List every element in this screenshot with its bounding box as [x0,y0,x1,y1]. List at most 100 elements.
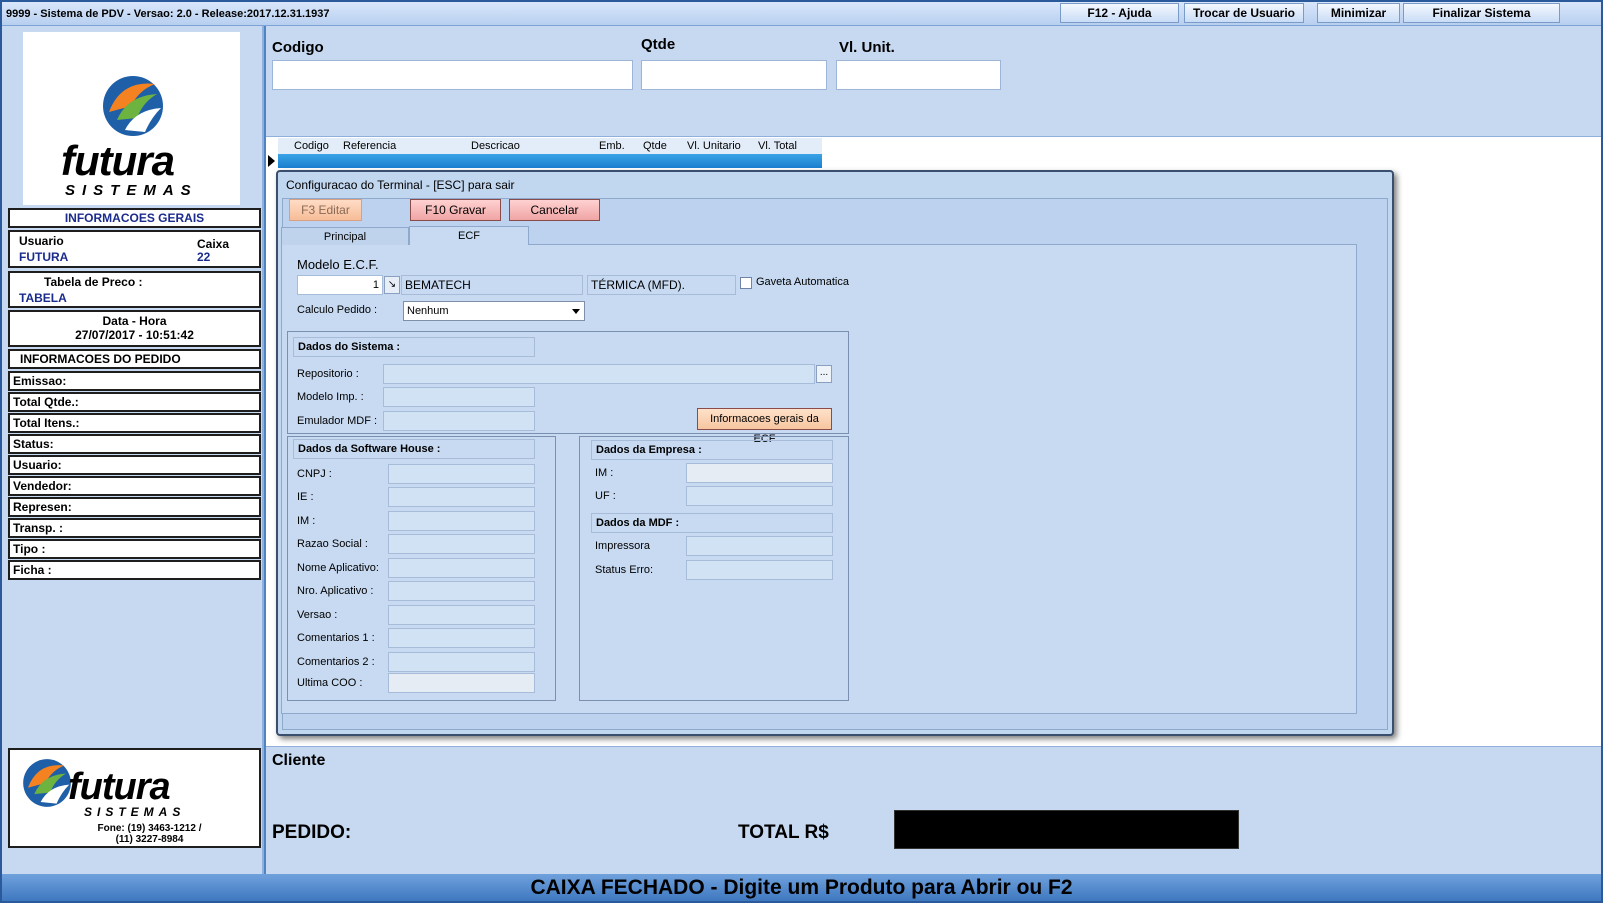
tabela-value: TABELA [19,291,67,305]
status-erro-input[interactable] [686,560,833,580]
emulador-label: Emulador MDF : [297,415,378,427]
emulador-input[interactable] [383,411,535,431]
qtde-label: Qtde [641,36,676,53]
usuario-label: Usuario [19,234,64,248]
row-indicator-icon [268,155,275,167]
gaveta-checkbox[interactable] [740,277,752,289]
window-title: 9999 - Sistema de PDV - Versao: 2.0 - Re… [6,8,330,20]
user-box: Usuario FUTURA Caixa 22 [8,230,261,268]
nro-aplicativo-input[interactable] [388,581,535,601]
modelo-ecf-label: Modelo E.C.F. [297,257,379,272]
cnpj-input[interactable] [388,464,535,484]
vlunit-input[interactable] [836,60,1001,90]
codigo-input[interactable] [272,60,633,90]
edit-button[interactable]: F3 Editar [289,199,362,221]
logo-tagline: SISTEMAS [65,182,198,199]
mdf-title: Dados da MDF : [591,513,833,533]
info-title: INFORMACOES GERAIS [8,208,261,228]
modelo-num-input[interactable]: 1 [297,275,383,295]
comentarios-1-label: Comentarios 1 : [297,632,375,644]
ie-input[interactable] [388,487,535,507]
pedido-field-status: Status: [8,434,261,454]
cliente-label: Cliente [272,752,326,769]
col-vl-total[interactable]: Vl. Total [758,140,797,152]
modelo-lookup-icon[interactable]: ↘ [384,276,400,294]
calculo-label: Calculo Pedido : [297,304,378,316]
col-qtde[interactable]: Qtde [643,140,667,152]
comentarios-1-input[interactable] [388,628,535,648]
pedido-label: PEDIDO: [272,822,352,843]
pedido-field-transp: Transp. : [8,518,261,538]
dialog-title: Configuracao do Terminal - [ESC] para sa… [286,178,515,192]
repositorio-input[interactable] [383,364,815,384]
modelo-imp-label: Modelo Imp. : [297,391,364,403]
footer-logo-icon [23,759,71,807]
comentarios-2-label: Comentarios 2 : [297,656,375,668]
ultima-coo-label: Ultima COO : [297,677,363,689]
tab-principal[interactable]: Principal [281,227,409,245]
grid-selected-row[interactable] [278,154,822,168]
repositorio-browse-button[interactable]: ... [816,365,832,383]
quit-button[interactable]: Finalizar Sistema [1403,3,1560,23]
razao-social-input[interactable] [388,534,535,554]
pedido-field-emissao: Emissao: [8,371,261,391]
codigo-label: Codigo [272,39,324,56]
status-erro-label: Status Erro: [595,564,654,576]
repositorio-label: Repositorio : [297,368,359,380]
empresa-uf-input[interactable] [686,486,833,506]
caixa-label: Caixa [197,237,230,251]
modelo-nome-field: BEMATECH [401,275,583,295]
empresa-title: Dados da Empresa : [591,440,833,460]
modelo-imp-input[interactable] [383,387,535,407]
caixa-value: 22 [197,250,211,264]
col-codigo[interactable]: Codigo [294,140,329,152]
minimize-button[interactable]: Minimizar [1317,3,1400,23]
im-input[interactable] [388,511,535,531]
cnpj-label: CNPJ : [297,468,332,480]
cancel-button[interactable]: Cancelar [509,199,600,221]
datahora-label: Data - Hora [102,314,167,328]
tab-ecf[interactable]: ECF [409,226,529,245]
comentarios-2-input[interactable] [388,652,535,672]
help-button[interactable]: F12 - Ajuda [1060,3,1179,23]
chevron-down-icon [572,309,580,314]
pedido-field-vendedor: Vendedor: [8,476,261,496]
save-button[interactable]: F10 Gravar [410,199,501,221]
col-descricao[interactable]: Descricao [471,140,520,152]
datahora-box: Data - Hora 27/07/2017 - 10:51:42 [8,310,261,347]
switch-user-button[interactable]: Trocar de Usuario [1184,3,1304,23]
modelo-tipo-field: TÉRMICA (MFD). [587,275,736,295]
logo-panel: futura SISTEMAS [23,32,240,205]
total-display [894,810,1239,849]
sistema-title: Dados do Sistema : [293,337,535,357]
nome-aplicativo-input[interactable] [388,558,535,578]
col-emb[interactable]: Emb. [599,140,625,152]
nro-aplicativo-label: Nro. Aplicativo : [297,585,374,597]
total-label: TOTAL R$ [738,822,829,843]
col-vl-unitario[interactable]: Vl. Unitario [687,140,741,152]
ultima-coo-input[interactable] [388,673,535,693]
qtde-input[interactable] [641,60,827,90]
pedido-field-ficha: Ficha : [8,560,261,580]
impressora-input[interactable] [686,536,833,556]
tabela-label: Tabela de Preco : [44,275,143,289]
col-referencia[interactable]: Referencia [343,140,396,152]
software-house-title: Dados da Software House : [293,439,535,459]
status-bar: CAIXA FECHADO - Digite um Produto para A… [2,874,1601,901]
pedido-field-represen: Represen: [8,497,261,517]
empresa-im-input[interactable] [686,463,833,483]
pedido-field-tipo: Tipo : [8,539,261,559]
empresa-uf-label: UF : [595,490,616,502]
footer-phone-2: (11) 3227-8984 [115,834,184,845]
vlunit-label: Vl. Unit. [839,39,895,56]
grid-header: Codigo Referencia Descricao Emb. Qtde Vl… [278,138,822,154]
versao-input[interactable] [388,605,535,625]
empresa-im-label: IM : [595,467,614,479]
datahora-value: 27/07/2017 - 10:51:42 [75,328,194,342]
footer-logo-tagline: SISTEMAS [84,805,186,819]
tabela-box: Tabela de Preco : TABELA [8,271,261,308]
calculo-select[interactable]: Nenhum [403,301,585,321]
futura-logo-icon [103,76,163,136]
impressora-label: Impressora [595,540,651,552]
ecf-info-button[interactable]: Informacoes gerais da ECF [697,408,832,445]
